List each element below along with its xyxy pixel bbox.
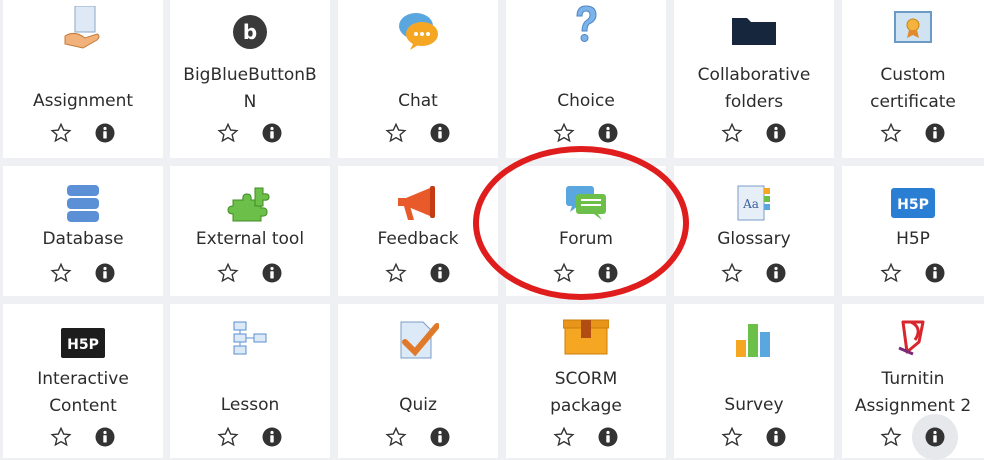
info-icon[interactable] [94, 262, 116, 284]
activity-tile-turnitin[interactable]: Turnitin Assignment 2 [842, 304, 984, 460]
activity-label: SCORM package [550, 369, 622, 416]
activity-label: Forum [559, 229, 613, 249]
assignment-icon [3, 6, 163, 50]
star-icon[interactable] [385, 262, 407, 284]
activity-tile-lesson[interactable]: Lesson [170, 304, 330, 458]
activity-tile-feedback[interactable]: Feedback [338, 166, 498, 296]
bigbluebutton-icon: b [170, 14, 330, 50]
megaphone-icon [338, 184, 498, 224]
info-icon[interactable] [94, 122, 116, 144]
info-icon[interactable] [924, 122, 946, 144]
info-icon[interactable] [94, 426, 116, 448]
turnitin-icon [842, 318, 984, 356]
svg-text:H5P: H5P [897, 197, 929, 213]
activity-tile-quiz[interactable]: Quiz [338, 304, 498, 458]
activity-label: Collaborative folders [697, 65, 811, 112]
h5p-icon: H5P [842, 188, 984, 218]
activity-tile-custom-certificate[interactable]: Custom certificate [842, 0, 984, 158]
star-icon[interactable] [553, 122, 575, 144]
activity-tile-interactive-content[interactable]: H5P Interactive Content [3, 304, 163, 458]
star-icon[interactable] [553, 426, 575, 448]
activity-label: Lesson [220, 395, 280, 415]
star-icon[interactable] [217, 262, 239, 284]
activity-tile-forum[interactable]: Forum [506, 166, 666, 296]
activity-tile-h5p[interactable]: H5P H5P [842, 166, 984, 296]
scorm-icon [506, 318, 666, 356]
info-icon[interactable] [261, 426, 283, 448]
activity-tile-collaborative-folders[interactable]: Collaborative folders [674, 0, 834, 158]
star-icon[interactable] [553, 262, 575, 284]
info-icon[interactable] [261, 122, 283, 144]
activity-label: Assignment [32, 91, 134, 111]
star-icon[interactable] [721, 122, 743, 144]
glossary-icon: Aa [674, 184, 834, 222]
star-icon[interactable] [385, 122, 407, 144]
activity-label: H5P [896, 229, 930, 249]
activity-label: Turnitin Assignment 2 [854, 369, 972, 416]
star-icon[interactable] [721, 426, 743, 448]
h5p-dark-icon: H5P [3, 328, 163, 358]
puzzle-icon [170, 186, 330, 222]
activity-label: Custom certificate [870, 65, 956, 112]
forum-icon [506, 184, 666, 222]
info-icon[interactable] [261, 262, 283, 284]
activity-tile-scorm[interactable]: SCORM package [506, 304, 666, 458]
info-icon[interactable] [429, 426, 451, 448]
activity-tile-external-tool[interactable]: External tool [170, 166, 330, 296]
info-icon[interactable] [597, 262, 619, 284]
info-icon[interactable] [765, 426, 787, 448]
activity-chooser-grid: Assignment b BigBlueButtonB N Chat Choic… [0, 0, 984, 460]
chat-icon [338, 10, 498, 50]
activity-tile-bigbluebutton[interactable]: b BigBlueButtonB N [170, 0, 330, 158]
svg-text:b: b [243, 20, 257, 44]
activity-tile-chat[interactable]: Chat [338, 0, 498, 158]
info-icon[interactable] [429, 122, 451, 144]
activity-label: BigBlueButtonB N [183, 65, 317, 112]
activity-tile-survey[interactable]: Survey [674, 304, 834, 458]
activity-label: Interactive Content [37, 369, 129, 416]
quiz-icon [338, 320, 498, 360]
svg-text:H5P: H5P [67, 337, 99, 353]
activity-label: Glossary [717, 229, 791, 249]
star-icon[interactable] [721, 262, 743, 284]
certificate-icon [842, 10, 984, 46]
info-icon[interactable] [924, 262, 946, 284]
star-icon[interactable] [50, 426, 72, 448]
star-icon[interactable] [880, 262, 902, 284]
star-icon[interactable] [50, 122, 72, 144]
info-icon[interactable] [429, 262, 451, 284]
star-icon[interactable] [217, 122, 239, 144]
activity-label: Chat [398, 91, 438, 111]
lesson-icon [170, 320, 330, 356]
activity-tile-database[interactable]: Database [3, 166, 163, 296]
database-icon [3, 184, 163, 224]
folder-icon [674, 14, 834, 46]
info-icon[interactable] [597, 426, 619, 448]
activity-tile-assignment[interactable]: Assignment [3, 0, 163, 158]
svg-text:Aa: Aa [742, 197, 759, 211]
activity-label: Database [42, 229, 124, 249]
info-icon[interactable] [765, 122, 787, 144]
star-icon[interactable] [385, 426, 407, 448]
activity-tile-choice[interactable]: Choice [506, 0, 666, 158]
info-icon[interactable] [765, 262, 787, 284]
star-icon[interactable] [50, 262, 72, 284]
activity-label: External tool [195, 229, 305, 249]
star-icon[interactable] [880, 426, 902, 448]
activity-label: Feedback [377, 229, 459, 249]
choice-icon [506, 4, 666, 44]
activity-tile-glossary[interactable]: Aa Glossary [674, 166, 834, 296]
info-icon[interactable] [597, 122, 619, 144]
survey-icon [674, 322, 834, 358]
star-icon[interactable] [880, 122, 902, 144]
activity-label: Quiz [399, 395, 437, 415]
activity-label: Survey [724, 395, 784, 415]
activity-label: Choice [557, 91, 615, 111]
info-icon[interactable] [912, 414, 958, 460]
star-icon[interactable] [217, 426, 239, 448]
